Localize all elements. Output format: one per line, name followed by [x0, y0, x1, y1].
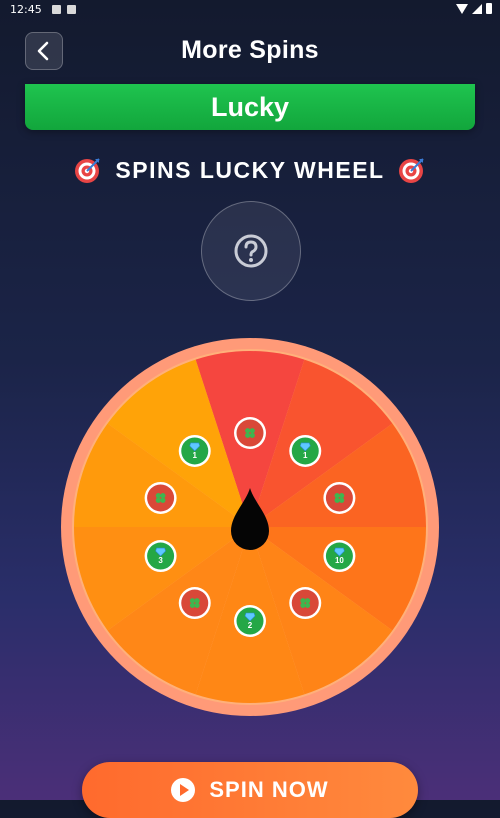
signal-icon: [472, 3, 482, 14]
target-icon: [75, 158, 101, 183]
status-bar: 12:45: [0, 0, 500, 18]
gem-prize-chip: 10: [323, 540, 356, 573]
play-icon: [171, 778, 196, 802]
notification-icon: [51, 4, 61, 14]
wheel-subtitle: SPINS LUCKY WHEEL: [0, 150, 500, 190]
lucky-wheel[interactable]: 1 10 2 3 1: [60, 337, 440, 717]
question-circle-icon: [234, 234, 268, 268]
status-indicators: [456, 3, 492, 14]
gem-prize-chip: 2: [234, 605, 266, 637]
spin-now-label: SPIN NOW: [209, 777, 329, 802]
lucky-banner: Lucky: [25, 84, 475, 130]
gem-prize-chip: 1: [289, 434, 322, 467]
clover-prize-chip: [178, 587, 211, 620]
notification-icon: [66, 4, 76, 14]
notification-icons: [51, 4, 76, 14]
wheel-subtitle-text: SPINS LUCKY WHEEL: [115, 156, 385, 183]
prize-amount: 10: [335, 556, 344, 565]
page-title: More Spins: [181, 36, 319, 64]
header: More Spins: [0, 28, 500, 74]
prize-amount: 1: [193, 451, 198, 460]
prize-amount: 1: [303, 451, 308, 460]
clover-prize-chip: [144, 481, 177, 514]
prize-amount: 2: [248, 621, 253, 630]
status-time: 12:45: [10, 2, 42, 16]
prize-amount: 3: [158, 556, 163, 565]
clover-prize-chip: [289, 587, 322, 620]
wifi-icon: [456, 3, 468, 14]
clover-prize-chip: [234, 417, 266, 449]
target-icon: [398, 158, 424, 183]
gem-prize-chip: 3: [144, 540, 177, 573]
spin-now-button[interactable]: SPIN NOW: [82, 762, 418, 818]
lucky-label: Lucky: [210, 91, 290, 122]
help-button[interactable]: [201, 201, 301, 301]
battery-icon: [486, 3, 492, 14]
clover-prize-chip: [323, 481, 356, 514]
gem-prize-chip: 1: [178, 434, 211, 467]
